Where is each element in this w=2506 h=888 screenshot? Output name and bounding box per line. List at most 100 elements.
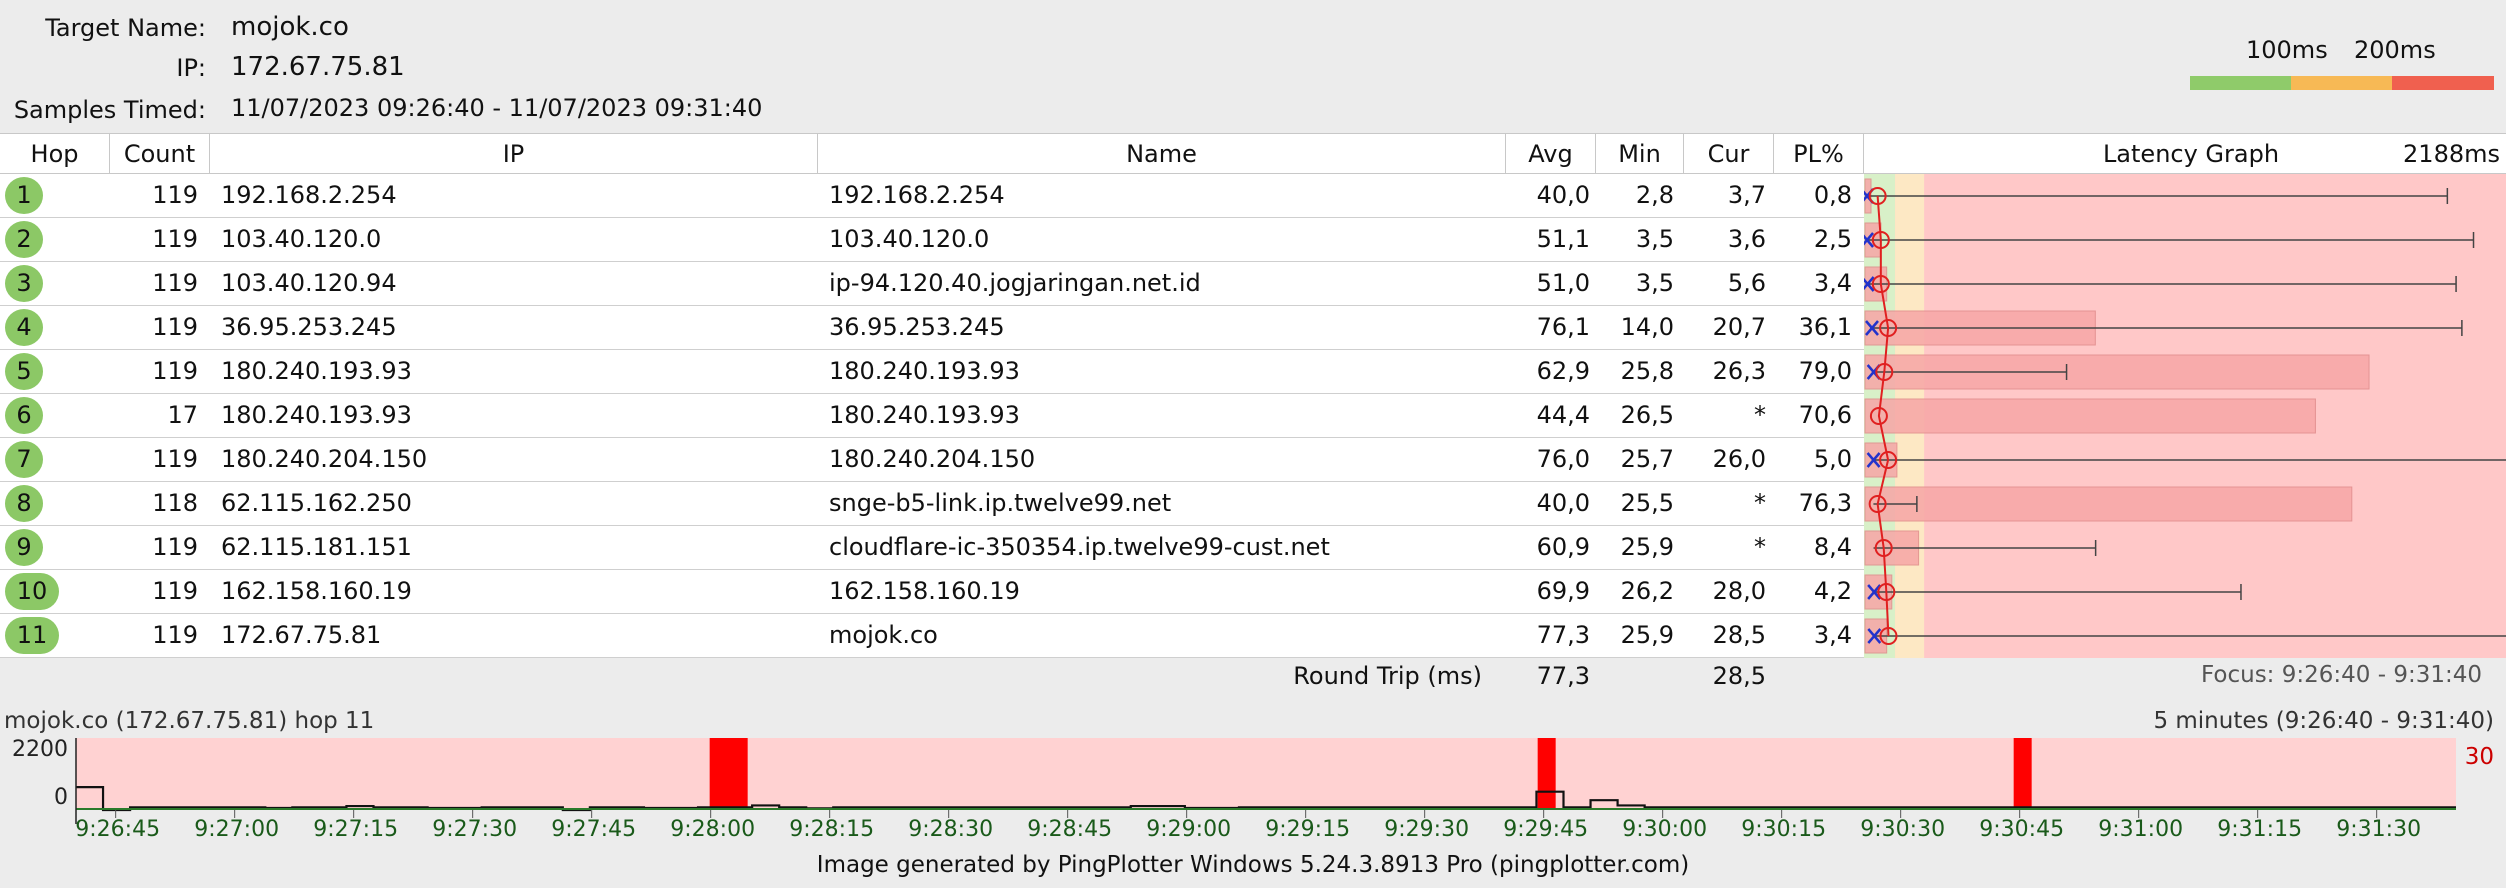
column-header-ip[interactable]: IP: [210, 134, 818, 174]
legend-200ms: 200ms: [2354, 36, 2436, 64]
cell-pl: 3,4: [1813, 621, 1852, 649]
column-header-hop[interactable]: Hop: [0, 134, 110, 174]
table-row[interactable]: 7 119 180.240.204.150 180.240.204.150 76,0 25…: [0, 438, 1864, 482]
focus-range[interactable]: Focus: 9:26:40 - 9:31:40: [2090, 662, 2482, 688]
cell-pl: 79,0: [1798, 357, 1852, 385]
table-row[interactable]: 5 119 180.240.193.93 180.240.193.93 62,9 25,8…: [0, 350, 1864, 394]
cell-pl: 36,1: [1798, 313, 1852, 341]
cell-count: 119: [152, 621, 198, 649]
cell-cur: *: [1754, 489, 1766, 517]
cell-pl: 0,8: [1813, 181, 1852, 209]
cell-name: 192.168.2.254: [829, 181, 1005, 209]
cell-cur: 28,0: [1712, 577, 1766, 605]
table-row[interactable]: 10 119 162.158.160.19 162.158.160.19 69,9 26,…: [0, 570, 1864, 614]
time-axis-label: 9:27:00: [194, 817, 279, 842]
cell-name: 103.40.120.0: [829, 225, 990, 253]
cell-cur: 3,6: [1727, 225, 1766, 253]
cell-count: 118: [152, 489, 198, 517]
history-background: [76, 738, 2456, 810]
cell-avg: 62,9: [1536, 357, 1590, 385]
history-range[interactable]: 5 minutes (9:26:40 - 9:31:40): [2153, 708, 2494, 734]
cell-min: 2,8: [1635, 181, 1674, 209]
hop-number: 9: [5, 529, 43, 566]
time-axis-label: 9:28:30: [908, 817, 993, 842]
cell-pl: 2,5: [1813, 225, 1852, 253]
time-axis-label: 9:29:30: [1384, 817, 1469, 842]
column-header-name[interactable]: Name: [818, 134, 1506, 174]
cell-count: 119: [152, 225, 198, 253]
column-header-latency-graph[interactable]: Latency Graph: [2096, 134, 2286, 174]
cell-name: cloudflare-ic-350354.ip.twelve99-cust.ne…: [829, 533, 1330, 561]
cell-name: ip-94.120.40.jogjaringan.net.id: [829, 269, 1201, 297]
footer-credit: Image generated by PingPlotter Windows 5…: [816, 852, 1690, 878]
cell-avg: 77,3: [1536, 621, 1590, 649]
cell-pl: 5,0: [1813, 445, 1852, 473]
cell-ip: 192.168.2.254: [221, 181, 397, 209]
target-name-value: mojok.co: [231, 12, 349, 42]
column-header-pl[interactable]: PL%: [1774, 134, 1864, 174]
cell-min: 14,0: [1620, 313, 1674, 341]
round-trip-label: Round Trip (ms): [1293, 662, 1482, 690]
cell-name: 180.240.204.150: [829, 445, 1036, 473]
time-axis-label: 9:29:45: [1503, 817, 1588, 842]
cell-min: 3,5: [1635, 269, 1674, 297]
time-axis-label: 9:28:45: [1027, 817, 1112, 842]
cell-count: 17: [167, 401, 198, 429]
cell-name: 36.95.253.245: [829, 313, 1005, 341]
cell-count: 119: [152, 357, 198, 385]
time-axis-label: 9:30:15: [1741, 817, 1826, 842]
cell-ip: 62.115.162.250: [221, 489, 412, 517]
legend-good-bar: [2190, 76, 2291, 90]
cell-count: 119: [152, 577, 198, 605]
cell-avg: 40,0: [1536, 489, 1590, 517]
table-row[interactable]: 6 17 180.240.193.93 180.240.193.93 44,4 26,5 *…: [0, 394, 1864, 438]
cell-name: mojok.co: [829, 621, 938, 649]
cell-min: 26,5: [1620, 401, 1674, 429]
time-axis-label: 9:29:00: [1146, 817, 1231, 842]
cell-pl: 70,6: [1798, 401, 1852, 429]
legend-bad-bar: [2392, 76, 2494, 90]
column-header-count[interactable]: Count: [110, 134, 210, 174]
column-header-cur[interactable]: Cur: [1684, 134, 1774, 174]
cell-avg: 60,9: [1536, 533, 1590, 561]
table-row[interactable]: 2 119 103.40.120.0 103.40.120.0 51,1 3,5 3,6 2,…: [0, 218, 1864, 262]
table-row[interactable]: 11 119 172.67.75.81 mojok.co 77,3 25,9 28,5 3,4: [0, 614, 1864, 658]
cell-pl: 76,3: [1798, 489, 1852, 517]
cell-cur: 5,6: [1727, 269, 1766, 297]
cell-count: 119: [152, 313, 198, 341]
cell-min: 25,9: [1620, 621, 1674, 649]
graph-max-label: 2188ms: [2403, 140, 2500, 168]
time-axis-label: 9:27:30: [432, 817, 517, 842]
cell-cur: 26,3: [1712, 357, 1766, 385]
time-axis-label: 9:26:45: [75, 817, 160, 842]
cell-cur: 3,7: [1727, 181, 1766, 209]
table-row[interactable]: 4 119 36.95.253.245 36.95.253.245 76,1 14,0 20…: [0, 306, 1864, 350]
table-row[interactable]: 3 119 103.40.120.94 ip-94.120.40.jogjaringa…: [0, 262, 1864, 306]
table-row[interactable]: 9 119 62.115.181.151 cloudflare-ic-350354.i…: [0, 526, 1864, 570]
packet-loss-event: [2013, 738, 2032, 810]
table-header: Hop Count IP Name Avg Min Cur PL% Latenc…: [0, 133, 2506, 174]
samples-label: Samples Timed:: [13, 96, 206, 124]
history-graph[interactable]: 2200 0 30 9:26:45 9:27:00 9:27:15 9:27:30 9:27:…: [0, 734, 2506, 850]
table-row[interactable]: 8 118 62.115.162.250 snge-b5-link.ip.twelve…: [0, 482, 1864, 526]
hop-number: 5: [5, 353, 43, 390]
column-header-avg[interactable]: Avg: [1506, 134, 1596, 174]
time-axis-label: 9:30:00: [1622, 817, 1707, 842]
cell-min: 25,8: [1620, 357, 1674, 385]
cell-pl: 3,4: [1813, 269, 1852, 297]
cell-ip: 103.40.120.0: [221, 225, 382, 253]
hop-number: 1: [5, 177, 43, 214]
samples-value: 11/07/2023 09:26:40 - 11/07/2023 09:31:4…: [231, 94, 763, 122]
cell-ip: 62.115.181.151: [221, 533, 412, 561]
cell-cur: 20,7: [1712, 313, 1766, 341]
hop-number: 7: [5, 441, 43, 478]
table-row[interactable]: 1 119 192.168.2.254 192.168.2.254 40,0 2,8 3,7…: [0, 174, 1864, 218]
cell-cur: 28,5: [1712, 621, 1766, 649]
legend-100ms: 100ms: [2246, 36, 2328, 64]
time-axis-label: 9:31:00: [2098, 817, 2183, 842]
packet-loss-bar: [1864, 486, 2353, 522]
cell-min: 25,5: [1620, 489, 1674, 517]
time-axis-label: 9:27:15: [313, 817, 398, 842]
cell-count: 119: [152, 181, 198, 209]
column-header-min[interactable]: Min: [1596, 134, 1684, 174]
